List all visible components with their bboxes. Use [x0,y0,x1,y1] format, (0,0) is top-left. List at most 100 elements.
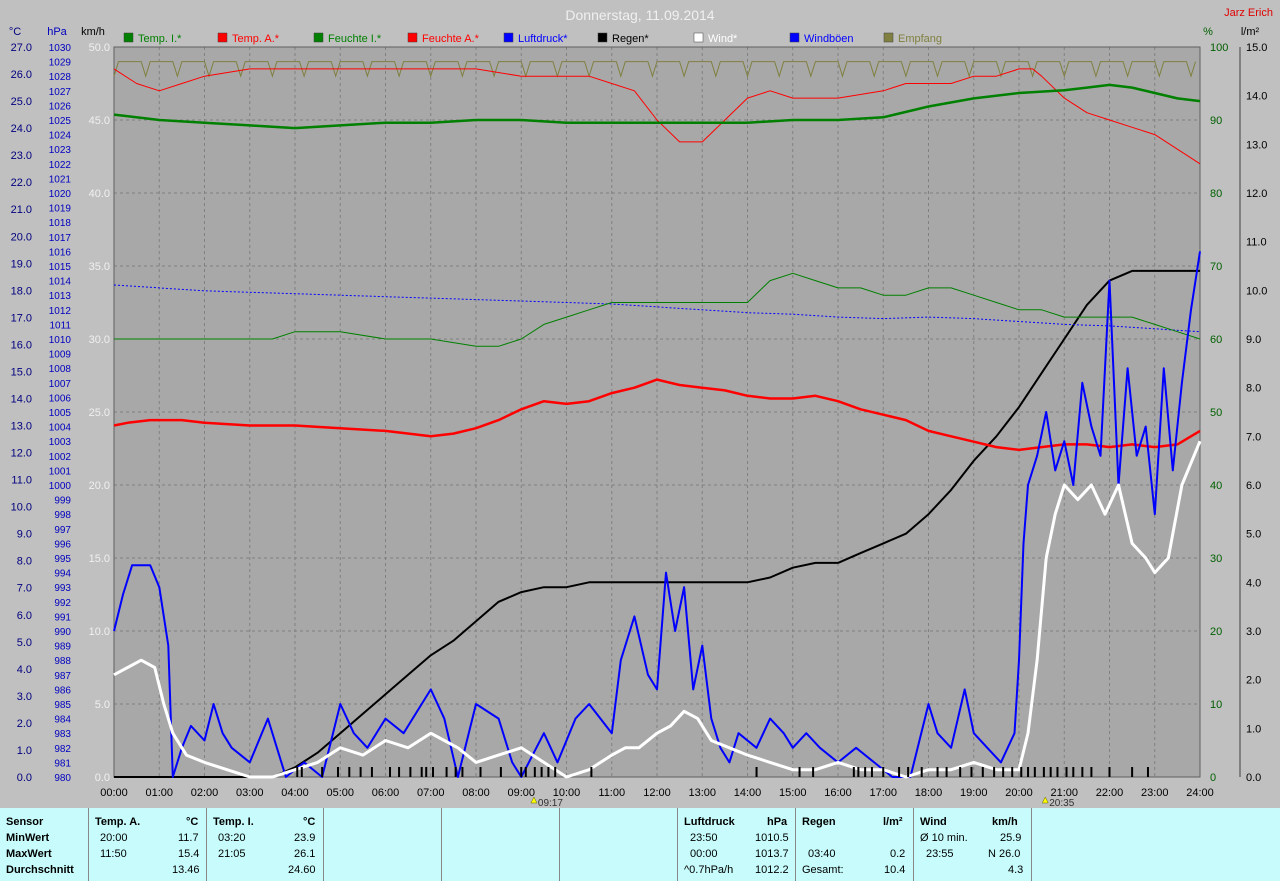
pressure-tick-label: 991 [54,612,71,623]
humidity-tick-label: 60 [1210,334,1222,346]
rain-mark [812,767,815,777]
temp-tick-label: 7.0 [17,583,32,595]
legend-swatch [123,32,134,43]
temp-a-max-value: 15.4 [178,848,200,860]
pressure-tick-label: 990 [54,627,71,638]
x-tick-label: 15:00 [779,787,807,799]
wind-tick-label: 30.0 [89,334,110,346]
rain-mark [1011,767,1014,777]
pressure-tick-label: 997 [54,525,71,536]
rain-mark [321,767,324,777]
chart-title: Donnerstag, 11.09.2014 [565,7,714,23]
temp-i-min-time: 03:20 [218,832,246,844]
pressure-tick-label: 1001 [49,466,72,477]
temp-tick-label: 3.0 [17,691,32,703]
temp-a-header: Temp. A. [95,816,141,828]
pressure-tick-label: 1002 [49,452,72,463]
temp-tick-label: 15.0 [11,366,32,378]
rain-mark [420,767,423,777]
legend-swatch [883,32,894,43]
regen-total-label: Gesamt: [802,864,844,876]
luftdruck-min-time: 23:50 [690,832,718,844]
legend-label: Luftdruck* [518,33,568,45]
legend-label: Windböen [804,33,854,45]
summary-table: Sensor MinWert MaxWert Durchschnitt Temp… [0,808,1280,881]
rain-mark [1146,767,1149,777]
pressure-tick-label: 1027 [49,87,72,98]
pressure-tick-label: 985 [54,700,71,711]
rain-mark [870,767,873,777]
humidity-axis-unit: % [1203,26,1213,38]
rain-mark [993,767,996,777]
humidity-tick-label: 80 [1210,188,1222,200]
rain-mark [1065,767,1068,777]
pressure-tick-label: 1025 [49,116,72,127]
x-tick-label: 08:00 [462,787,490,799]
legend-swatch [693,32,704,43]
x-tick-label: 23:00 [1141,787,1169,799]
x-tick-label: 02:00 [191,787,219,799]
rain-mark [533,767,536,777]
wind-tick-label: 45.0 [89,115,110,127]
pressure-tick-label: 1024 [49,131,72,142]
x-tick-label: 13:00 [688,787,716,799]
rain-mark [857,767,860,777]
rain-mark [1072,767,1075,777]
rain-mark [907,767,910,777]
humidity-tick-label: 70 [1210,261,1222,273]
x-tick-label: 17:00 [869,787,897,799]
wind-axis-unit: km/h [81,26,105,38]
legend-label: Feuchte I.* [328,33,382,45]
pressure-tick-label: 1011 [49,320,71,331]
temp-tick-label: 25.0 [11,96,32,108]
wind-max-value: N 26.0 [988,848,1021,860]
temp-tick-label: 1.0 [17,745,32,757]
pressure-tick-label: 1004 [49,423,72,434]
humidity-tick-label: 10 [1210,699,1222,711]
rain-mark [898,767,901,777]
rain-mark [852,767,855,777]
pressure-tick-label: 993 [54,583,71,594]
pressure-tick-label: 1007 [49,379,72,390]
temp-tick-label: 24.0 [11,123,32,135]
temp-tick-label: 13.0 [11,421,32,433]
x-tick-label: 05:00 [326,787,354,799]
regen-max-value: 0.2 [890,848,906,860]
x-tick-label: 07:00 [417,787,445,799]
temp-a-min-value: 11.7 [178,832,199,844]
humidity-tick-label: 50 [1210,407,1222,419]
rain-mark [370,767,373,777]
x-tick-label: 11:00 [598,787,625,799]
pressure-tick-label: 1008 [49,364,72,375]
x-tick-label: 12:00 [643,787,671,799]
row-min-label: MinWert [6,832,50,844]
luftdruck-max-time: 00:00 [690,848,718,860]
temp-tick-label: 20.0 [11,231,32,243]
rain-tick-label: 8.0 [1246,383,1261,395]
temp-tick-label: 9.0 [17,529,32,541]
rain-mark [359,767,362,777]
wind-tick-label: 15.0 [89,553,110,565]
wind-avg10-label: Ø 10 min. [920,832,968,844]
rain-mark [454,767,457,777]
pressure-tick-label: 981 [54,758,71,769]
pressure-tick-label: 998 [54,510,71,521]
temp-tick-label: 18.0 [11,285,32,297]
wind-tick-label: 5.0 [95,699,110,711]
temp-tick-label: 14.0 [11,393,32,405]
rain-tick-label: 1.0 [1246,723,1261,735]
pressure-tick-label: 1018 [49,218,72,229]
temp-tick-label: 2.0 [17,718,32,730]
wind-tick-label: 35.0 [89,261,110,273]
x-tick-label: 06:00 [372,787,400,799]
pressure-tick-label: 1017 [49,233,72,244]
temp-tick-label: 17.0 [11,312,32,324]
rain-mark [1056,767,1059,777]
temp-tick-label: 8.0 [17,556,32,568]
temp-a-avg-value: 13.46 [172,864,200,876]
rain-tick-label: 11.0 [1246,237,1267,249]
row-avg-label: Durchschnitt [6,864,74,876]
wind-avg10-value: 25.9 [1000,832,1022,844]
x-tick-label: 00:00 [100,787,128,799]
regen-max-time: 03:40 [808,848,836,860]
